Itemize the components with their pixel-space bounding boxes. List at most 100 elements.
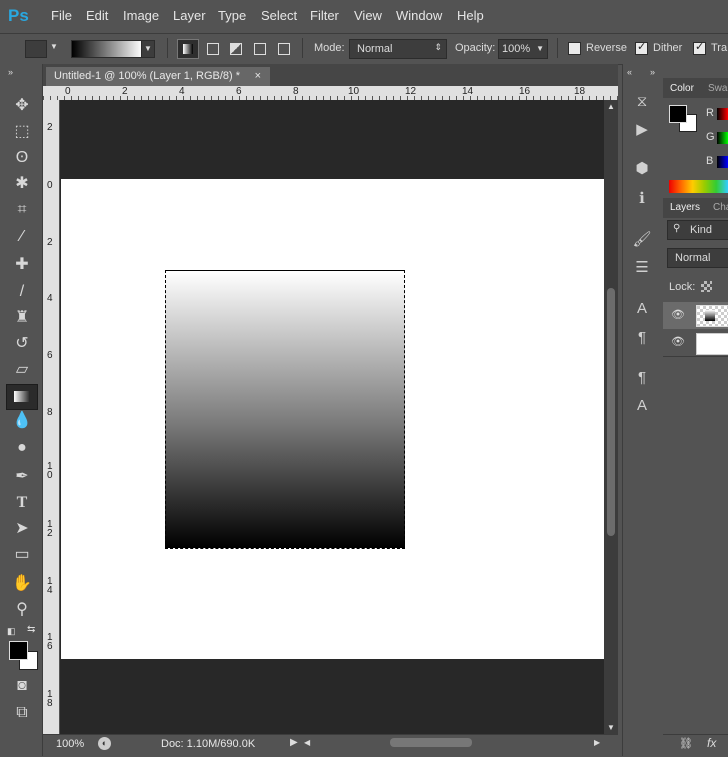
opacity-label: Opacity: [455,42,496,54]
reflected-gradient-button[interactable] [250,40,268,56]
history-brush-tool-icon[interactable]: ↺ [10,334,34,354]
b-slider[interactable] [717,156,728,168]
foreground-color-swatch[interactable] [9,641,28,660]
move-tool-icon[interactable]: ✥ [10,96,34,116]
path-selection-tool-icon[interactable]: ➤ [10,519,34,539]
scroll-right-icon[interactable]: ▶ [594,738,600,747]
default-colors-icon[interactable]: ◧ [7,626,16,637]
gradient-selection[interactable] [165,270,405,549]
tab-swatches[interactable]: Swa [708,80,727,98]
lock-transparency-icon[interactable] [701,281,712,292]
pen-tool-icon[interactable]: ✒ [10,467,34,487]
adjustments-icon[interactable]: ☰ [630,258,654,278]
r-slider[interactable] [717,108,728,120]
character-panel-icon[interactable]: A [630,299,654,319]
menu-layer[interactable]: Layer [173,8,206,23]
clone-stamp-tool-icon[interactable]: ♜ [10,308,34,328]
quick-mask-icon[interactable]: ◙ [10,676,34,696]
opacity-field[interactable]: 100% ▼ [498,39,548,59]
collapse-icon[interactable]: « [627,67,632,77]
vertical-scroll-thumb[interactable] [607,288,615,536]
rectangle-tool-icon[interactable]: ▭ [10,545,34,565]
collapse-icon[interactable]: » [650,67,655,77]
character-styles-icon[interactable]: A [630,396,654,416]
menu-type[interactable]: Type [218,8,246,23]
blur-tool-icon[interactable]: 💧 [10,411,34,431]
blend-mode-select[interactable]: Normal [667,248,728,268]
foreground-color-swatch[interactable] [669,105,687,123]
magic-wand-tool-icon[interactable]: ✱ [10,174,34,194]
menu-window[interactable]: Window [396,8,442,23]
horizontal-scroll-thumb[interactable] [390,738,472,747]
crop-tool-icon[interactable]: ⌗ [10,200,34,220]
document-info-icon[interactable]: ◐ [98,737,111,750]
fx-icon[interactable]: fx [707,736,716,750]
mode-select[interactable]: Normal ⇕ [349,39,447,59]
swap-colors-icon[interactable]: ⇆ [27,624,35,635]
gradient-tool-icon [14,391,29,402]
marquee-tool-icon[interactable]: ⬚ [10,122,34,142]
angle-gradient-button[interactable] [226,40,244,56]
dodge-tool-icon[interactable]: ● [10,438,34,458]
diamond-gradient-button[interactable] [274,40,292,56]
ruler-label: 2 [47,122,53,133]
brush-presets-icon[interactable]: 🖌 [630,230,654,250]
menu-select[interactable]: Select [261,8,297,23]
info-icon[interactable]: ℹ [630,189,654,209]
menu-file[interactable]: File [51,8,72,23]
menu-filter[interactable]: Filter [310,8,339,23]
eye-icon[interactable]: 👁 [671,308,685,321]
gradient-tool-button[interactable] [6,384,38,410]
scroll-left-icon[interactable]: ◀ [304,738,310,747]
screen-mode-icon[interactable]: ⧉ [10,703,34,723]
color-spectrum-bar[interactable] [669,180,728,193]
history-panel-icon[interactable]: ⧖ [630,92,654,112]
g-slider[interactable] [717,132,728,144]
menu-view[interactable]: View [354,8,382,23]
gradient-dropdown[interactable]: ▼ [141,40,155,58]
linear-gradient-button[interactable] [177,39,199,59]
menu-help[interactable]: Help [457,8,484,23]
transparency-checkbox[interactable]: ✓ [693,41,706,55]
close-icon[interactable]: × [255,67,261,86]
ruler-label: 1 8 [47,689,53,709]
reverse-checkbox[interactable] [568,42,581,55]
eyedropper-tool-icon[interactable]: ⁄ [10,227,34,247]
eraser-tool-icon[interactable]: ▱ [10,360,34,380]
tab-layers[interactable]: Layers [670,199,700,217]
zoom-tool-icon[interactable]: ⚲ [10,600,34,620]
ruler-label: 2 [47,237,53,248]
hand-tool-icon[interactable]: ✋ [10,574,34,594]
tool-preset-picker[interactable] [25,40,47,58]
tab-channels[interactable]: Cha [713,199,728,217]
document-tab[interactable]: Untitled-1 @ 100% (Layer 1, RGB/8) * × [46,67,270,86]
link-icon[interactable]: ⛓ [679,737,693,750]
cube-icon[interactable]: ⬢ [630,159,654,179]
scroll-down-icon[interactable]: ▼ [607,723,615,732]
document-tab-title: Untitled-1 @ 100% (Layer 1, RGB/8) * [54,70,241,82]
menu-edit[interactable]: Edit [86,8,108,23]
channel-g-label: G [706,131,715,143]
chevron-down-icon[interactable]: ▼ [50,42,58,51]
collapse-icon[interactable]: » [8,67,13,77]
type-tool-icon[interactable]: T [10,493,34,513]
document-size: Doc: 1.10M/690.0K [161,738,256,750]
dither-checkbox[interactable]: ✓ [635,41,648,55]
paragraph-styles-icon[interactable]: ¶ [630,368,654,388]
chevron-down-icon[interactable]: ▼ [536,44,544,53]
healing-brush-tool-icon[interactable]: ✚ [10,255,34,275]
vertical-ruler: 2 0 2 4 6 8 1 0 1 2 1 4 1 6 1 8 [43,100,59,734]
status-menu-icon[interactable]: ▶ [290,737,298,748]
lasso-tool-icon[interactable]: ʘ [10,148,34,168]
menu-image[interactable]: Image [123,8,159,23]
actions-panel-icon[interactable]: ▶ [630,120,654,140]
gradient-picker[interactable] [71,40,143,58]
paragraph-panel-icon[interactable]: ¶ [630,328,654,348]
eye-icon[interactable]: 👁 [671,335,685,348]
scroll-up-icon[interactable]: ▲ [607,102,615,111]
radial-gradient-button[interactable] [203,40,221,56]
brush-tool-icon[interactable]: / [10,282,34,302]
kind-filter-select[interactable]: ⚲ Kind [667,220,728,240]
zoom-level[interactable]: 100% [56,738,84,750]
tab-color[interactable]: Color [670,80,694,98]
